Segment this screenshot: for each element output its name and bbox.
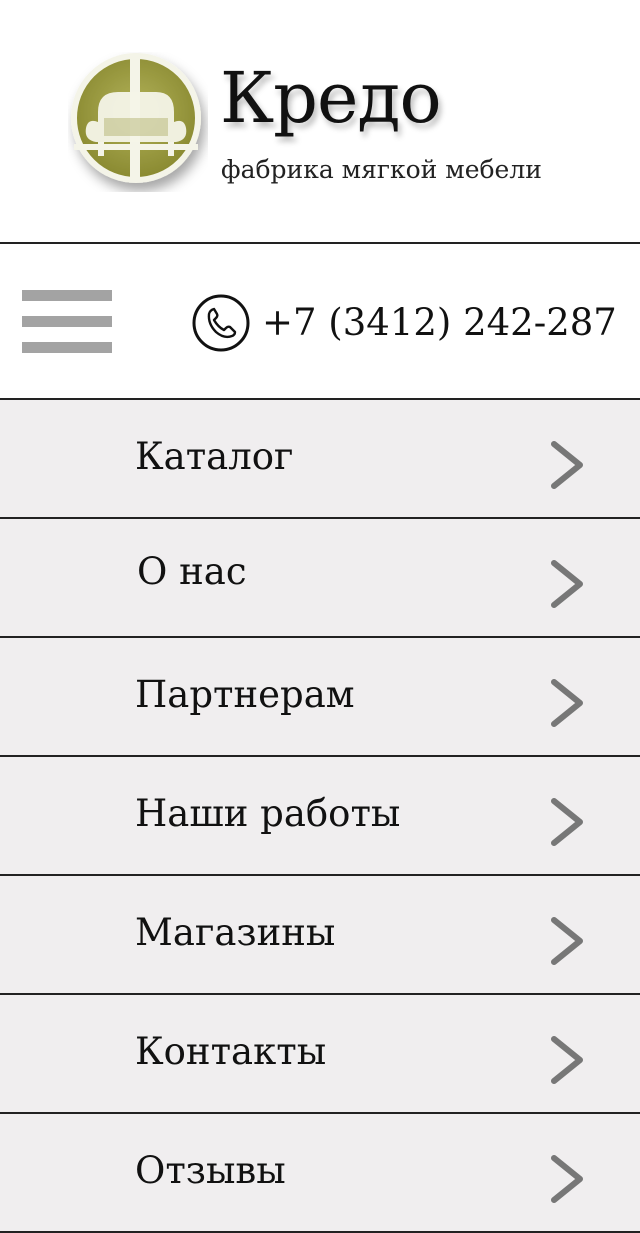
phone-number[interactable]: +7 (3412) 242-287	[262, 300, 617, 346]
menu-item-our-works[interactable]: Наши работы	[0, 757, 640, 876]
menu-item-catalog[interactable]: Каталог	[0, 400, 640, 519]
phone-icon[interactable]	[192, 294, 250, 352]
menu-item-stores[interactable]: Магазины	[0, 876, 640, 995]
menu-item-reviews[interactable]: Отзывы	[0, 1114, 640, 1233]
menu-item-label: Контакты	[135, 1030, 327, 1073]
chevron-right-icon	[551, 560, 583, 608]
site-header: Кредо фабрика мягкой мебели	[0, 0, 640, 244]
menu-item-partners[interactable]: Партнерам	[0, 638, 640, 757]
menu-item-contacts[interactable]: Контакты	[0, 995, 640, 1114]
menu-item-label: Отзывы	[135, 1149, 286, 1192]
chevron-right-icon	[551, 1155, 583, 1203]
top-bar: +7 (3412) 242-287	[0, 244, 640, 400]
brand-name[interactable]: Кредо	[220, 58, 442, 138]
menu-item-label: Партнерам	[135, 673, 355, 716]
chevron-right-icon	[551, 441, 583, 489]
menu-item-label: Магазины	[135, 911, 336, 954]
chevron-right-icon	[551, 917, 583, 965]
armchair-logo-icon[interactable]	[68, 52, 208, 192]
brand-tagline: фабрика мягкой мебели	[221, 155, 542, 184]
hamburger-icon[interactable]	[22, 290, 112, 354]
menu-item-about[interactable]: О нас	[0, 519, 640, 638]
main-menu: Каталог О нас Партнерам Наши работы Мага…	[0, 400, 640, 1233]
menu-item-label: Каталог	[135, 435, 294, 478]
chevron-right-icon	[551, 798, 583, 846]
chevron-right-icon	[551, 1036, 583, 1084]
chevron-right-icon	[551, 679, 583, 727]
menu-item-label: О нас	[137, 550, 247, 593]
menu-item-label: Наши работы	[135, 792, 401, 835]
